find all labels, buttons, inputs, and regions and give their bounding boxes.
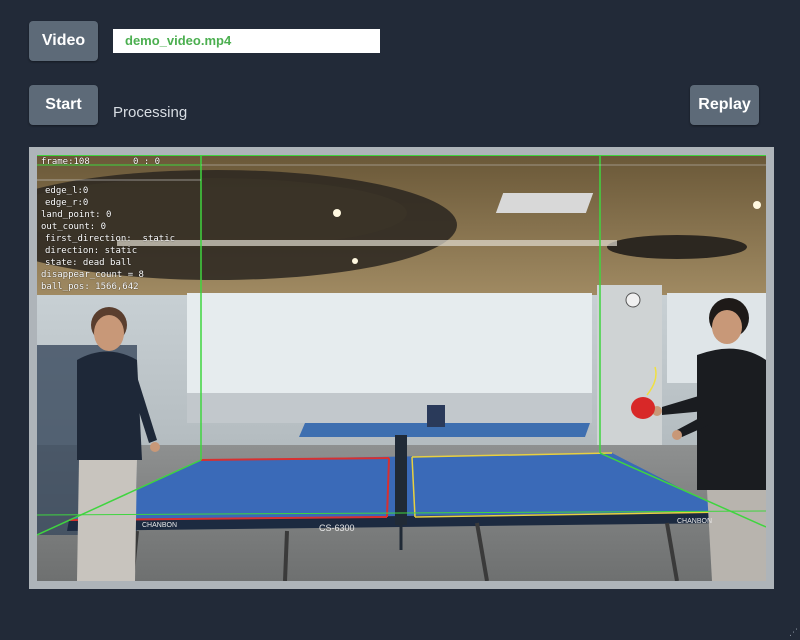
direction-readout: direction: static	[45, 246, 138, 256]
state-readout: state: dead ball	[45, 258, 132, 268]
first-direction-readout: first_direction: static	[45, 234, 176, 244]
score-display: 0 : 0	[133, 157, 161, 167]
edge-l-readout: edge_l:0	[45, 186, 89, 196]
replay-button[interactable]: Replay	[690, 85, 759, 125]
resize-grip-icon[interactable]: ⋰	[789, 628, 798, 638]
start-button[interactable]: Start	[29, 85, 98, 125]
out-count-readout: out_count: 0	[41, 222, 107, 232]
video-frame: CHANBON CS-6300 CHANBON frame:108 0 : 0 …	[29, 147, 774, 589]
processing-status: Processing	[113, 104, 188, 121]
edge-r-readout: edge_r:0	[45, 198, 89, 208]
ball-pos-readout: ball_pos: 1566,642	[41, 282, 139, 292]
disappear-count-readout: disappear_count = 8	[41, 270, 144, 280]
video-button[interactable]: Video	[29, 21, 98, 61]
tracking-overlay: frame:108 0 : 0 edge_l:0 edge_r:0 land_p…	[37, 155, 766, 581]
file-name-field: demo_video.mp4	[113, 29, 380, 53]
land-point-readout: land_point: 0	[41, 210, 112, 220]
video-display: CHANBON CS-6300 CHANBON frame:108 0 : 0 …	[37, 155, 766, 581]
frame-counter: frame:108	[41, 157, 90, 167]
